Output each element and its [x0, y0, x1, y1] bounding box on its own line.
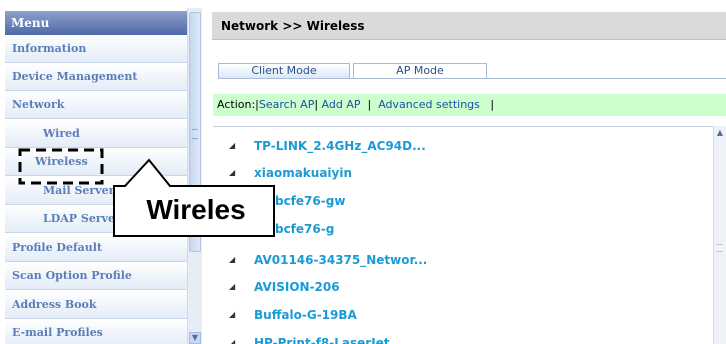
- network-ssid[interactable]: AV01146-34375_Networ...: [254, 247, 427, 273]
- menu-item-wired[interactable]: Wired: [5, 120, 187, 148]
- list-scrollbar[interactable]: ▲: [713, 126, 726, 344]
- action-bar: Action:|Search AP| Add AP | Advanced set…: [213, 94, 726, 116]
- network-row[interactable]: ◢ AV01146-34375_Networ...: [213, 247, 713, 273]
- menu-title: Menu: [5, 11, 187, 35]
- menu-item-device-management[interactable]: Device Management: [5, 63, 187, 91]
- callout-text: Wireles: [146, 194, 246, 225]
- tab-client-mode[interactable]: Client Mode: [218, 63, 350, 79]
- menu-scrollbar[interactable]: ▼: [187, 8, 202, 344]
- menu-item-profile-default[interactable]: Profile Default: [5, 234, 187, 262]
- menu-item-scan-option-profile[interactable]: Scan Option Profile: [5, 262, 187, 290]
- network-ssid[interactable]: -bcfe76-g: [270, 216, 334, 242]
- network-ssid[interactable]: HP-Print-f8-LaserJet: [254, 330, 390, 344]
- network-list: ◢ TP-LINK_2.4GHz_AC94D... ◢ xiaomakuaiyin …: [213, 126, 726, 344]
- triangle-icon: ◢: [229, 338, 236, 344]
- network-ssid[interactable]: AVISION-206: [254, 274, 340, 300]
- network-row[interactable]: ◢ AVISION-206: [213, 274, 713, 300]
- grip-icon: [192, 129, 198, 139]
- triangle-icon: ◢: [229, 168, 236, 177]
- network-ssid[interactable]: Buffalo-G-19BA: [254, 302, 357, 328]
- triangle-icon: ◢: [229, 141, 236, 150]
- network-ssid[interactable]: TP-LINK_2.4GHz_AC94D...: [254, 133, 426, 159]
- network-row[interactable]: ◢ Buffalo-G-19BA: [213, 302, 713, 328]
- triangle-icon: ◢: [229, 282, 236, 291]
- network-row[interactable]: ◢ -bcfe76-gw: [213, 188, 713, 214]
- network-row[interactable]: ◢ -bcfe76-g: [213, 216, 713, 242]
- network-row[interactable]: ◢ TP-LINK_2.4GHz_AC94D...: [213, 133, 713, 159]
- network-ssid[interactable]: xiaomakuaiyin: [254, 160, 352, 186]
- page-title: Network >> Wireless: [212, 12, 726, 40]
- scroll-down-arrow-icon[interactable]: ▼: [189, 332, 201, 344]
- search-ap-link[interactable]: Search AP: [259, 98, 314, 111]
- grip-icon: [716, 244, 723, 252]
- menu-item-email-profiles[interactable]: E-mail Profiles: [5, 319, 187, 344]
- scroll-up-arrow-icon[interactable]: ▲: [714, 126, 726, 139]
- menu-item-address-book[interactable]: Address Book: [5, 291, 187, 319]
- triangle-icon: ◢: [229, 310, 236, 319]
- network-ssid[interactable]: -bcfe76-gw: [270, 188, 345, 214]
- menu-item-network[interactable]: Network: [5, 91, 187, 119]
- action-prefix: Action:: [217, 98, 256, 111]
- tab-divider: [218, 78, 726, 79]
- add-ap-link[interactable]: Add AP: [322, 98, 361, 111]
- network-row[interactable]: ◢ xiaomakuaiyin: [213, 160, 713, 186]
- network-row[interactable]: ◢ HP-Print-f8-LaserJet: [213, 330, 713, 344]
- triangle-icon: ◢: [229, 255, 236, 264]
- advanced-settings-link[interactable]: Advanced settings: [378, 98, 480, 111]
- left-menu: Menu Information Device Management Netwo…: [0, 0, 202, 344]
- tab-ap-mode[interactable]: AP Mode: [353, 63, 487, 79]
- menu-item-information[interactable]: Information: [5, 35, 187, 63]
- menu-item-wireless[interactable]: Wireless: [5, 148, 187, 176]
